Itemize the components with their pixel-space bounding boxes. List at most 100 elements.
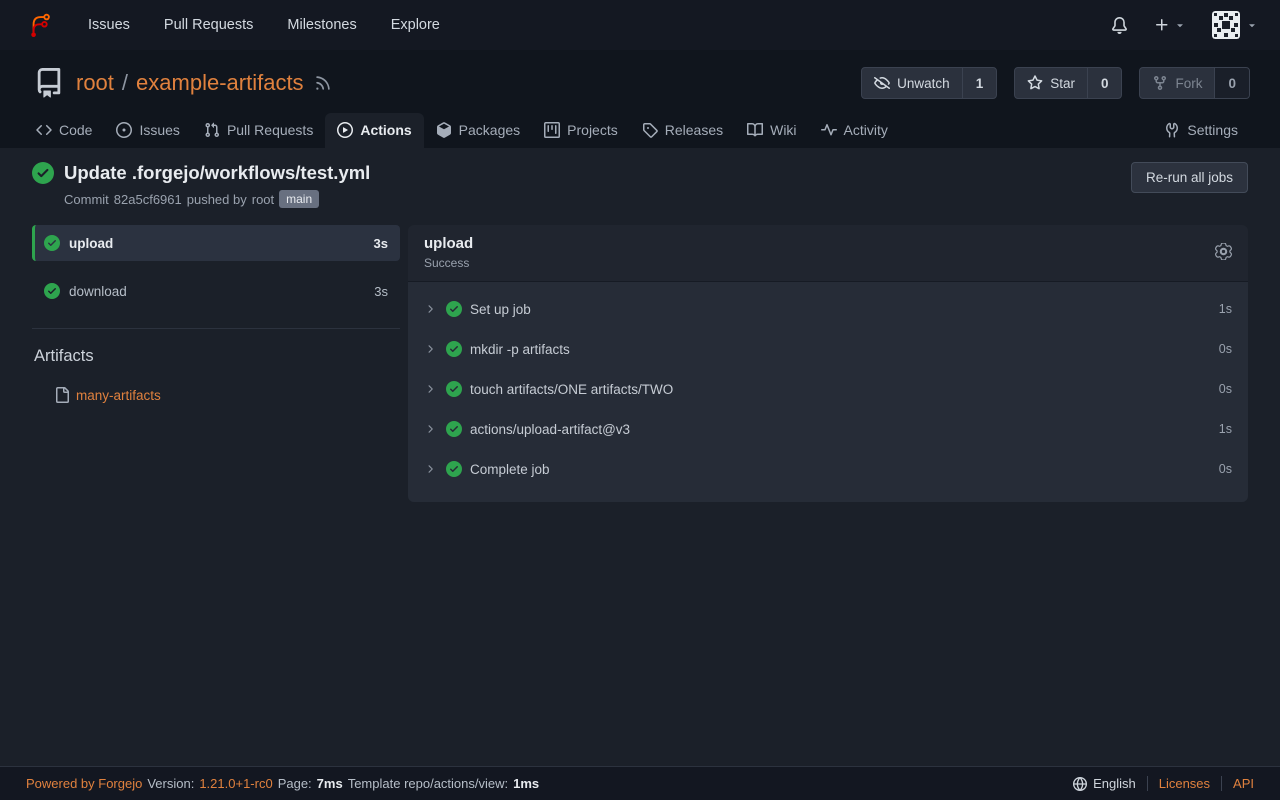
language-selector[interactable]: English bbox=[1073, 776, 1136, 791]
version-link[interactable]: 1.21.0+1-rc0 bbox=[199, 776, 272, 791]
forgejo-logo-icon[interactable] bbox=[26, 10, 52, 40]
check-circle-icon bbox=[446, 381, 462, 397]
tag-icon bbox=[642, 122, 658, 138]
fork-button-group: Fork 0 bbox=[1139, 67, 1250, 99]
tab-projects[interactable]: Projects bbox=[532, 113, 630, 148]
star-button-group: Star 0 bbox=[1014, 67, 1122, 99]
job-detail-panel: upload Success Set up job 1s bbox=[408, 225, 1248, 502]
navbar-links: Issues Pull Requests Milestones Explore bbox=[88, 17, 440, 33]
star-button[interactable]: Star bbox=[1015, 68, 1087, 98]
artifact-item: many-artifacts bbox=[54, 387, 400, 403]
fork-button[interactable]: Fork bbox=[1140, 68, 1214, 98]
chevron-down-icon bbox=[1246, 19, 1258, 31]
job-status: Success bbox=[424, 256, 473, 270]
package-icon bbox=[436, 122, 452, 138]
job-name: upload bbox=[69, 236, 113, 251]
eye-closed-icon bbox=[874, 75, 890, 91]
tab-pull-requests[interactable]: Pull Requests bbox=[192, 113, 325, 148]
artifact-link[interactable]: many-artifacts bbox=[76, 388, 161, 403]
job-duration: 3s bbox=[374, 236, 388, 251]
footer-divider bbox=[1147, 776, 1148, 791]
page-time: 7ms bbox=[317, 776, 343, 791]
step-name: Set up job bbox=[470, 302, 531, 317]
footer-meta: Powered by Forgejo Version: 1.21.0+1-rc0… bbox=[26, 776, 539, 791]
job-name: download bbox=[69, 284, 127, 299]
page: Issues Pull Requests Milestones Explore bbox=[0, 0, 1280, 800]
rerun-all-jobs-button[interactable]: Re-run all jobs bbox=[1131, 162, 1248, 193]
step-duration: 1s bbox=[1219, 422, 1232, 436]
pulse-icon bbox=[821, 122, 837, 138]
rss-icon[interactable] bbox=[314, 74, 332, 92]
step-row[interactable]: Set up job 1s bbox=[408, 289, 1248, 329]
stars-count[interactable]: 0 bbox=[1087, 68, 1122, 98]
check-circle-icon bbox=[446, 421, 462, 437]
step-name: mkdir -p artifacts bbox=[470, 342, 570, 357]
book-icon bbox=[747, 122, 763, 138]
step-duration: 0s bbox=[1219, 462, 1232, 476]
chevron-right-icon[interactable] bbox=[424, 423, 436, 435]
licenses-link[interactable]: Licenses bbox=[1159, 776, 1210, 791]
file-icon bbox=[54, 387, 70, 403]
nav-milestones[interactable]: Milestones bbox=[287, 17, 356, 33]
footer-divider bbox=[1221, 776, 1222, 791]
job-row-download[interactable]: download 3s bbox=[32, 273, 400, 309]
step-row[interactable]: actions/upload-artifact@v3 1s bbox=[408, 409, 1248, 449]
check-circle-icon bbox=[446, 301, 462, 317]
job-row-upload[interactable]: upload 3s bbox=[32, 225, 400, 261]
top-navbar: Issues Pull Requests Milestones Explore bbox=[0, 0, 1280, 50]
tab-issues[interactable]: Issues bbox=[104, 113, 191, 148]
api-link[interactable]: API bbox=[1233, 776, 1254, 791]
tab-wiki[interactable]: Wiki bbox=[735, 113, 808, 148]
powered-by-link[interactable]: Powered by Forgejo bbox=[26, 776, 142, 791]
tab-settings[interactable]: Settings bbox=[1152, 113, 1250, 148]
create-new-menu[interactable] bbox=[1154, 17, 1186, 33]
branch-badge[interactable]: main bbox=[279, 190, 319, 208]
repo-name-link[interactable]: example-artifacts bbox=[136, 70, 304, 96]
globe-icon bbox=[1073, 777, 1087, 791]
watchers-count[interactable]: 1 bbox=[962, 68, 997, 98]
tab-actions[interactable]: Actions bbox=[325, 113, 423, 148]
watch-button-group: Unwatch 1 bbox=[861, 67, 997, 99]
step-name: Complete job bbox=[470, 462, 550, 477]
chevron-right-icon[interactable] bbox=[424, 463, 436, 475]
forks-count[interactable]: 0 bbox=[1214, 68, 1249, 98]
notifications-bell-icon[interactable] bbox=[1111, 17, 1128, 34]
sidebar-divider bbox=[32, 328, 400, 329]
avatar bbox=[1212, 11, 1240, 39]
nav-pull-requests[interactable]: Pull Requests bbox=[164, 17, 253, 33]
unwatch-button[interactable]: Unwatch bbox=[862, 68, 962, 98]
chevron-right-icon[interactable] bbox=[424, 303, 436, 315]
star-icon bbox=[1027, 75, 1043, 91]
step-row[interactable]: touch artifacts/ONE artifacts/TWO 0s bbox=[408, 369, 1248, 409]
job-detail-header: upload Success bbox=[408, 225, 1248, 282]
step-row[interactable]: mkdir -p artifacts 0s bbox=[408, 329, 1248, 369]
repo-header: root / example-artifacts Unwatch 1 bbox=[0, 50, 1280, 148]
tab-packages[interactable]: Packages bbox=[424, 113, 532, 148]
commit-hash-link[interactable]: 82a5cf6961 bbox=[114, 192, 182, 207]
tab-code[interactable]: Code bbox=[24, 113, 104, 148]
chevron-down-icon bbox=[1174, 19, 1186, 31]
footer-links: English Licenses API bbox=[1073, 776, 1254, 791]
fork-icon bbox=[1152, 75, 1168, 91]
step-name: touch artifacts/ONE artifacts/TWO bbox=[470, 382, 673, 397]
chevron-right-icon[interactable] bbox=[424, 383, 436, 395]
tab-activity[interactable]: Activity bbox=[809, 113, 900, 148]
run-title: Update .forgejo/workflows/test.yml bbox=[64, 162, 370, 184]
check-circle-icon bbox=[44, 235, 60, 251]
step-row[interactable]: Complete job 0s bbox=[408, 449, 1248, 489]
step-duration: 0s bbox=[1219, 382, 1232, 396]
chevron-right-icon[interactable] bbox=[424, 343, 436, 355]
step-duration: 1s bbox=[1219, 302, 1232, 316]
pull-request-icon bbox=[204, 122, 220, 138]
repo-icon bbox=[34, 68, 64, 98]
commit-line: Commit 82a5cf6961 pushed by root main bbox=[64, 190, 370, 208]
nav-issues[interactable]: Issues bbox=[88, 17, 130, 33]
repo-breadcrumb: root / example-artifacts bbox=[76, 70, 304, 96]
job-detail-title: upload bbox=[424, 235, 473, 252]
nav-explore[interactable]: Explore bbox=[391, 17, 440, 33]
gear-icon[interactable] bbox=[1215, 243, 1232, 260]
step-name: actions/upload-artifact@v3 bbox=[470, 422, 630, 437]
repo-owner-link[interactable]: root bbox=[76, 70, 114, 96]
user-menu[interactable] bbox=[1212, 11, 1258, 39]
tab-releases[interactable]: Releases bbox=[630, 113, 735, 148]
